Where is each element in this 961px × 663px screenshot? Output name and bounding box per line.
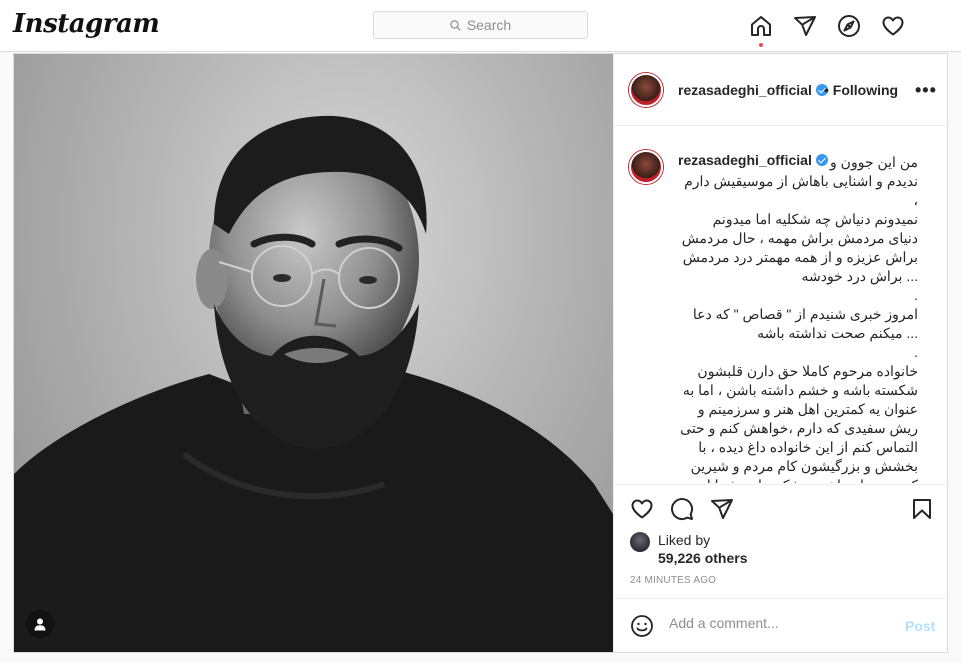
likes-section: Liked by 59,226 others (630, 532, 930, 572)
share-icon[interactable] (710, 497, 734, 521)
person-icon (34, 618, 46, 631)
comment-icon[interactable] (670, 497, 694, 521)
comment-input[interactable] (669, 615, 889, 631)
top-nav: Instagram Search (0, 0, 961, 52)
author-username-text[interactable]: rezasadeghi_official (678, 82, 812, 98)
save-bookmark-icon[interactable] (910, 497, 934, 521)
nav-icons (748, 13, 924, 47)
post-photo[interactable] (14, 54, 613, 652)
post-timestamp[interactable]: 24 MINUTES AGO (630, 575, 716, 586)
more-options-icon[interactable]: ••• (915, 80, 937, 101)
post-comment-button[interactable]: Post (905, 618, 935, 634)
portrait-illustration (14, 115, 613, 652)
like-icon[interactable] (630, 497, 654, 521)
author-avatar[interactable] (629, 73, 663, 107)
post-header: rezasadeghi_official • Following ••• (614, 54, 949, 126)
activity-heart-icon[interactable] (880, 13, 906, 39)
comments-section[interactable]: rezasadeghi_official من این جوون و ندیدم… (614, 127, 949, 483)
add-comment-bar: Post (614, 598, 949, 652)
post-card: rezasadeghi_official • Following ••• rez… (13, 53, 949, 653)
tagged-users-button[interactable] (26, 610, 54, 638)
direct-icon[interactable] (792, 13, 818, 39)
instagram-logo[interactable]: Instagram (13, 9, 160, 39)
search-placeholder: Search (466, 17, 512, 33)
author-username[interactable]: rezasadeghi_official (678, 82, 828, 98)
explore-icon[interactable] (836, 13, 862, 39)
likes-count[interactable]: 59,226 others (658, 550, 748, 566)
following-button[interactable]: • Following (824, 82, 898, 98)
post-caption: من این جوون و ندیدم و اشنایی باهاش از مو… (680, 154, 918, 483)
emoji-icon[interactable] (630, 614, 654, 638)
post-actions (614, 484, 949, 530)
caption-avatar[interactable] (629, 150, 663, 184)
search-icon (450, 19, 461, 31)
liker-avatar[interactable] (630, 532, 650, 552)
search-box[interactable]: Search (373, 11, 588, 39)
post-side-panel: rezasadeghi_official • Following ••• rez… (613, 54, 949, 652)
home-notification-dot (759, 43, 763, 47)
home-icon[interactable] (748, 13, 774, 47)
liked-by-label: Liked by (658, 532, 711, 548)
